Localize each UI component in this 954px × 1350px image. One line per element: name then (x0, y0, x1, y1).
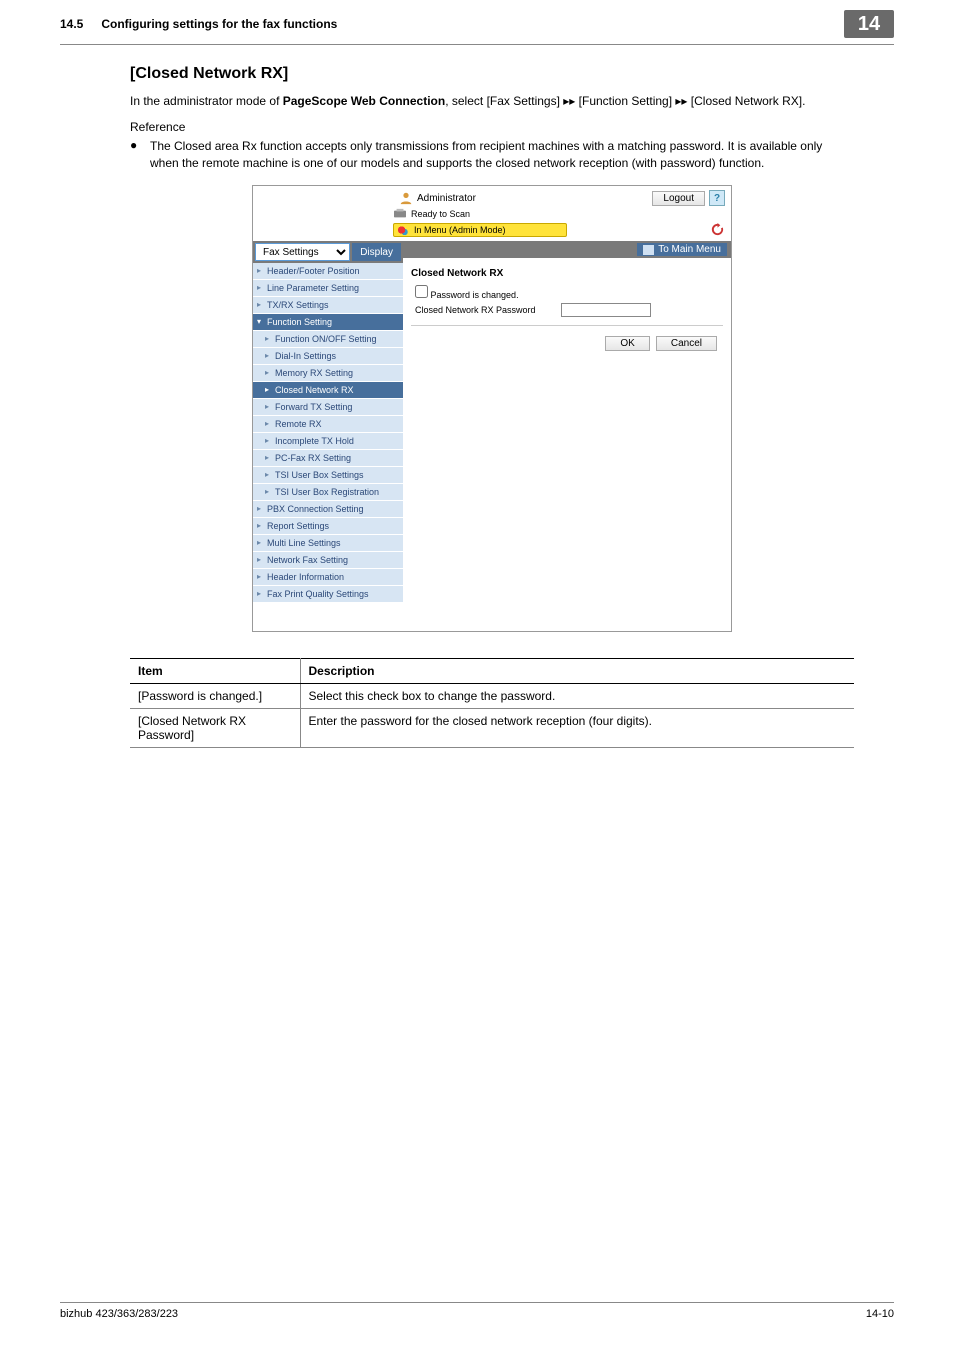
sidebar-item[interactable]: Report Settings (253, 518, 403, 535)
sidebar-item[interactable]: Header Information (253, 569, 403, 586)
chapter-number: 14 (844, 10, 894, 38)
admin-mode-pill[interactable]: In Menu (Admin Mode) (393, 223, 567, 237)
sidebar-item[interactable]: Header/Footer Position (253, 263, 403, 280)
sidebar-item[interactable]: Network Fax Setting (253, 552, 403, 569)
sidebar-item[interactable]: PBX Connection Setting (253, 501, 403, 518)
sidebar-sub[interactable]: TSI User Box Registration (253, 484, 403, 501)
sidebar-sub[interactable]: PC-Fax RX Setting (253, 450, 403, 467)
app-window: Administrator Logout ? Ready to Scan In … (252, 185, 732, 632)
sidebar-sub-active[interactable]: Closed Network RX (253, 382, 403, 399)
admin-label: Administrator (417, 193, 476, 204)
reference-label: Reference (130, 120, 854, 134)
sidebar-sub[interactable]: Dial-In Settings (253, 348, 403, 365)
panel-title: Closed Network RX (411, 268, 723, 279)
logout-button[interactable]: Logout (652, 191, 705, 206)
password-changed-label: Password is changed. (431, 290, 519, 300)
sidebar-sub[interactable]: TSI User Box Settings (253, 467, 403, 484)
sidebar-parent-function-setting[interactable]: Function Setting (253, 314, 403, 331)
intro-post: [Closed Network RX]. (687, 94, 805, 108)
main-pane: Closed Network RX Password is changed. C… (403, 258, 731, 371)
section-title: Configuring settings for the fax functio… (101, 17, 844, 31)
intro-bold: PageScope Web Connection (283, 94, 445, 108)
bullet-text: The Closed area Rx function accepts only… (150, 138, 854, 172)
sidebar-sub[interactable]: Incomplete TX Hold (253, 433, 403, 450)
sidebar-sub[interactable]: Function ON/OFF Setting (253, 331, 403, 348)
password-field-label: Closed Network RX Password (411, 305, 561, 315)
password-changed-checkbox[interactable] (415, 285, 428, 298)
printer-icon (393, 208, 407, 220)
intro-text-pre: In the administrator mode of (130, 94, 283, 108)
section-number: 14.5 (60, 17, 83, 31)
sidebar-item[interactable]: TX/RX Settings (253, 297, 403, 314)
sidebar-sub[interactable]: Remote RX (253, 416, 403, 433)
intro-mid2: [Function Setting] (575, 94, 675, 108)
intro-paragraph: In the administrator mode of PageScope W… (130, 93, 854, 110)
table-cell-item: [Closed Network RX Password] (130, 709, 300, 748)
description-table: Item Description [Password is changed.] … (130, 658, 854, 748)
category-select[interactable]: Fax Settings (255, 243, 350, 261)
to-main-menu-button[interactable]: To Main Menu (637, 243, 727, 256)
divider (411, 325, 723, 326)
sidebar-item[interactable]: Fax Print Quality Settings (253, 586, 403, 603)
display-button[interactable]: Display (352, 243, 401, 261)
help-icon[interactable]: ? (709, 190, 725, 206)
page-heading: [Closed Network RX] (130, 65, 854, 83)
closed-network-password-input[interactable] (561, 303, 651, 317)
arrow-icon: ▸▸ (675, 94, 687, 108)
to-main-label: To Main Menu (658, 244, 721, 255)
user-icon (399, 191, 413, 205)
intro-mid1: , select [Fax Settings] (445, 94, 563, 108)
sidebar-sub[interactable]: Forward TX Setting (253, 399, 403, 416)
table-row: [Password is changed.] Select this check… (130, 684, 854, 709)
arrow-icon: ▸▸ (563, 94, 575, 108)
table-cell-desc: Enter the password for the closed networ… (300, 709, 854, 748)
sidebar-sub[interactable]: Memory RX Setting (253, 365, 403, 382)
footer-left: bizhub 423/363/283/223 (60, 1308, 178, 1320)
menu-icon (643, 245, 654, 255)
ready-status: Ready to Scan (411, 209, 470, 219)
sidebar-item[interactable]: Multi Line Settings (253, 535, 403, 552)
sidebar-item[interactable]: Line Parameter Setting (253, 280, 403, 297)
password-changed-row: Password is changed. (411, 285, 561, 300)
refresh-icon[interactable] (710, 222, 725, 237)
table-cell-item: [Password is changed.] (130, 684, 300, 709)
table-header-item: Item (130, 659, 300, 684)
cancel-button[interactable]: Cancel (656, 336, 717, 351)
footer-right: 14-10 (866, 1308, 894, 1320)
table-cell-desc: Select this check box to change the pass… (300, 684, 854, 709)
ok-button[interactable]: OK (605, 336, 649, 351)
sidebar: Fax Settings Display Header/Footer Posit… (253, 241, 403, 631)
bullet-marker: ● (130, 138, 150, 172)
table-header-description: Description (300, 659, 854, 684)
table-row: [Closed Network RX Password] Enter the p… (130, 709, 854, 748)
